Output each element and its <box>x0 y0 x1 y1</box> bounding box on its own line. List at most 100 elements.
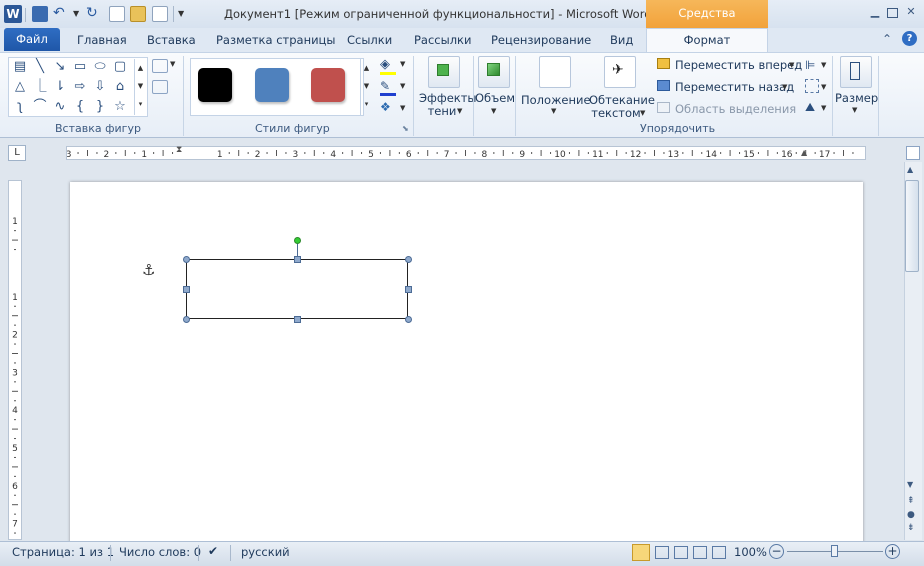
zoom-level[interactable]: 100% <box>734 545 767 559</box>
right-indent-marker[interactable]: ▲ <box>801 148 807 157</box>
group-dropdown-icon[interactable]: ▼ <box>821 83 826 91</box>
change-shape-dropdown-icon[interactable]: ▼ <box>400 104 405 112</box>
freeform-shape-icon[interactable]: ʅ <box>12 99 28 115</box>
size-dropdown-icon[interactable]: ▼ <box>852 106 857 114</box>
resize-handle-bottom-right[interactable] <box>405 316 412 323</box>
arrow-line-shape-icon[interactable]: ↘ <box>52 59 68 75</box>
style-swatch-blue[interactable] <box>255 68 289 102</box>
resize-handle-bottom[interactable] <box>294 316 301 323</box>
shadow-effects-label-1[interactable]: Эффекты <box>419 91 477 105</box>
edit-shape-icon[interactable] <box>152 59 168 73</box>
proofing-icon[interactable]: ✔ <box>208 544 218 558</box>
document-page[interactable] <box>70 182 863 544</box>
position-icon[interactable] <box>539 56 571 88</box>
outline-view-icon[interactable] <box>693 546 707 559</box>
rotate-icon[interactable]: ⛰ <box>805 100 815 115</box>
zoom-out-icon[interactable]: − <box>769 544 784 559</box>
down-arrow-shape-icon[interactable]: ⇩ <box>92 79 108 95</box>
align-dropdown-icon[interactable]: ▼ <box>821 61 826 69</box>
textbox-shape-icon[interactable]: ▤ <box>12 59 28 75</box>
zoom-in-icon[interactable]: + <box>885 544 900 559</box>
tab-mailings[interactable]: Рассылки <box>414 33 471 47</box>
block-arrow-shape-icon[interactable]: ⇨ <box>72 79 88 95</box>
right-brace-shape-icon[interactable]: } <box>92 99 108 115</box>
resize-handle-left[interactable] <box>183 286 190 293</box>
bring-forward-label[interactable]: Переместить вперед <box>675 58 802 72</box>
open-folder-icon[interactable] <box>130 6 146 22</box>
style-swatch-black[interactable] <box>198 68 232 102</box>
tab-format[interactable]: Формат <box>646 28 768 53</box>
send-backward-icon[interactable] <box>657 80 670 91</box>
previous-page-icon[interactable]: ⇞ <box>907 496 915 506</box>
rectangle-shape-icon[interactable]: ▭ <box>72 59 88 75</box>
tab-stop-selector[interactable]: L <box>8 145 26 161</box>
curve-shape-icon[interactable]: ∿ <box>52 99 68 115</box>
wrap-text-dropdown-icon[interactable]: ▼ <box>640 109 645 117</box>
elbow-connector-shape-icon[interactable]: ⎿ <box>32 79 48 95</box>
undo-dropdown-icon[interactable]: ▼ <box>73 9 79 18</box>
undo-icon[interactable]: ↶ <box>53 6 69 22</box>
elbow-arrow-shape-icon[interactable]: ⇂ <box>52 79 68 95</box>
tab-view[interactable]: Вид <box>610 33 633 47</box>
send-backward-label[interactable]: Переместить назад <box>675 80 794 94</box>
group-objects-icon[interactable] <box>805 79 819 93</box>
resize-handle-top[interactable] <box>294 256 301 263</box>
view-ruler-icon[interactable] <box>906 146 920 160</box>
dialog-launcher-icon[interactable]: ⬊ <box>402 124 409 133</box>
shape-outline-icon[interactable]: ✎ <box>380 79 396 93</box>
tab-home[interactable]: Главная <box>77 33 127 47</box>
vertical-ruler[interactable]: 1 1 2 3 4 5 6 7 <box>8 180 22 540</box>
position-dropdown-icon[interactable]: ▼ <box>551 107 556 115</box>
star-shape-icon[interactable]: ☆ <box>112 99 128 115</box>
shadow-effects-dropdown-icon[interactable]: ▼ <box>457 107 462 115</box>
wrap-text-label-1[interactable]: Обтекание <box>589 93 655 107</box>
shapes-gallery-scroll[interactable]: ▲ ▼ ▾ <box>134 59 146 115</box>
save-icon[interactable] <box>32 6 48 22</box>
indent-marker[interactable]: ⧗ <box>176 145 186 161</box>
selection-pane-label[interactable]: Область выделения <box>675 102 796 116</box>
oval-shape-icon[interactable]: ⬭ <box>92 59 108 75</box>
word-app-icon[interactable]: W <box>4 5 22 23</box>
horizontal-ruler[interactable]: 3 2 1 1 2 3 4 5 6 7 8 9 10 11 12 13 14 15 16 17 <box>66 146 866 160</box>
help-icon[interactable]: ? <box>902 31 917 46</box>
next-page-icon[interactable]: ⇟ <box>907 523 915 533</box>
minimize-ribbon-icon[interactable]: ⌃ <box>882 32 892 46</box>
web-layout-view-icon[interactable] <box>674 546 688 559</box>
resize-handle-right[interactable] <box>405 286 412 293</box>
rotation-handle[interactable] <box>294 237 301 244</box>
tab-review[interactable]: Рецензирование <box>491 33 591 47</box>
rectangle-shape[interactable] <box>186 259 408 319</box>
scroll-down-icon[interactable]: ▼ <box>907 480 913 489</box>
print-layout-view-icon[interactable] <box>632 544 650 561</box>
tab-page-layout[interactable]: Разметка страницы <box>216 33 335 47</box>
scrollbar-thumb[interactable] <box>905 180 919 272</box>
tab-references[interactable]: Ссылки <box>347 33 392 47</box>
style-swatch-red[interactable] <box>311 68 345 102</box>
bring-forward-icon[interactable] <box>657 58 670 69</box>
browse-object-icon[interactable]: ● <box>907 510 915 520</box>
zoom-slider-thumb[interactable] <box>831 545 838 557</box>
align-icon[interactable]: ⊫ <box>805 58 815 72</box>
size-label[interactable]: Размер <box>835 91 878 105</box>
arc-shape-icon[interactable]: ⌒ <box>32 99 48 115</box>
selection-pane-icon[interactable] <box>657 102 670 113</box>
draft-view-icon[interactable] <box>712 546 726 559</box>
volume-label[interactable]: Объем <box>474 91 516 105</box>
edit-shape-dropdown-icon[interactable]: ▼ <box>170 60 175 68</box>
styles-gallery-scroll[interactable]: ▲ ▼ ▾ <box>360 59 372 115</box>
reading-view-icon[interactable] <box>655 546 669 559</box>
resize-handle-top-right[interactable] <box>405 256 412 263</box>
scroll-up-icon[interactable]: ▲ <box>907 165 913 174</box>
print-preview-icon[interactable] <box>152 6 168 22</box>
draw-textbox-icon[interactable] <box>152 80 168 94</box>
rotate-dropdown-icon[interactable]: ▼ <box>821 104 826 112</box>
send-backward-dropdown-icon[interactable]: ▼ <box>782 83 787 91</box>
flowchart-shape-icon[interactable]: ⌂ <box>112 79 128 95</box>
maximize-button[interactable] <box>887 8 898 18</box>
line-shape-icon[interactable]: ╲ <box>32 59 48 75</box>
wrap-text-label-2[interactable]: текстом <box>591 106 641 120</box>
shape-fill-icon[interactable]: ◈ <box>380 57 396 73</box>
rounded-rectangle-shape-icon[interactable]: ▢ <box>112 59 128 75</box>
new-document-icon[interactable] <box>109 6 125 22</box>
triangle-shape-icon[interactable]: △ <box>12 79 28 95</box>
